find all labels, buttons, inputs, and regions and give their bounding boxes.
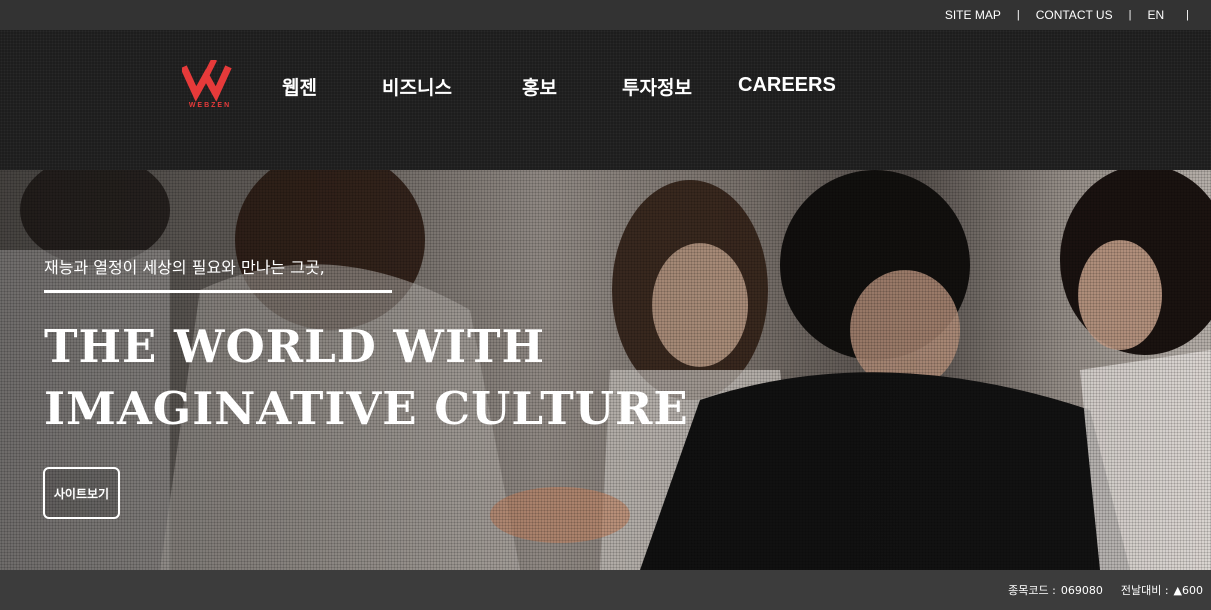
- divider: |: [1186, 9, 1189, 21]
- divider: |: [1128, 9, 1132, 21]
- nav-item-webzen[interactable]: 웹젠: [282, 73, 317, 100]
- webzen-w-icon: [180, 57, 232, 102]
- stock-change-value: ▲600: [1173, 583, 1203, 597]
- hero-underline: [44, 290, 392, 293]
- contact-us-link[interactable]: CONTACT US: [1036, 8, 1113, 22]
- hero-title: THE WORLD WITH IMAGINATIVE CULTURE: [44, 316, 689, 440]
- divider: |: [1016, 9, 1020, 21]
- nav-item-pr[interactable]: 홍보: [522, 73, 557, 100]
- stock-change-label: 전날대비 :: [1120, 584, 1169, 597]
- language-en-link[interactable]: EN: [1147, 8, 1164, 22]
- nav-item-investor[interactable]: 투자정보: [622, 73, 692, 100]
- hero-banner: 재능과 열정이 세상의 필요와 만나는 그곳, THE WORLD WITH I…: [0, 170, 1211, 570]
- view-site-button[interactable]: 사이트보기: [43, 467, 120, 519]
- stock-info: 종목코드 : 069080 전날대비 : ▲600: [1008, 570, 1203, 610]
- hero-title-line-1: THE WORLD WITH: [44, 320, 546, 373]
- utility-nav: SITE MAP | CONTACT US | EN |: [945, 0, 1189, 30]
- stock-bar: 종목코드 : 069080 전날대비 : ▲600: [0, 570, 1211, 610]
- hero-subtitle: 재능과 열정이 세상의 필요와 만나는 그곳,: [44, 258, 325, 277]
- site-header: WEBZEN 웹젠 비즈니스 홍보 투자정보 CAREERS: [0, 30, 1211, 170]
- utility-bar: SITE MAP | CONTACT US | EN |: [0, 0, 1211, 30]
- site-map-link[interactable]: SITE MAP: [945, 8, 1001, 22]
- hero-title-line-2: IMAGINATIVE CULTURE: [44, 382, 689, 435]
- nav-item-business[interactable]: 비즈니스: [382, 73, 452, 100]
- logo-wordmark: WEBZEN: [188, 102, 232, 109]
- stock-code-label: 종목코드 :: [1008, 584, 1056, 597]
- nav-item-careers[interactable]: CAREERS: [738, 74, 836, 97]
- webzen-logo[interactable]: WEBZEN: [180, 57, 244, 114]
- stock-code-value: 069080: [1060, 583, 1103, 597]
